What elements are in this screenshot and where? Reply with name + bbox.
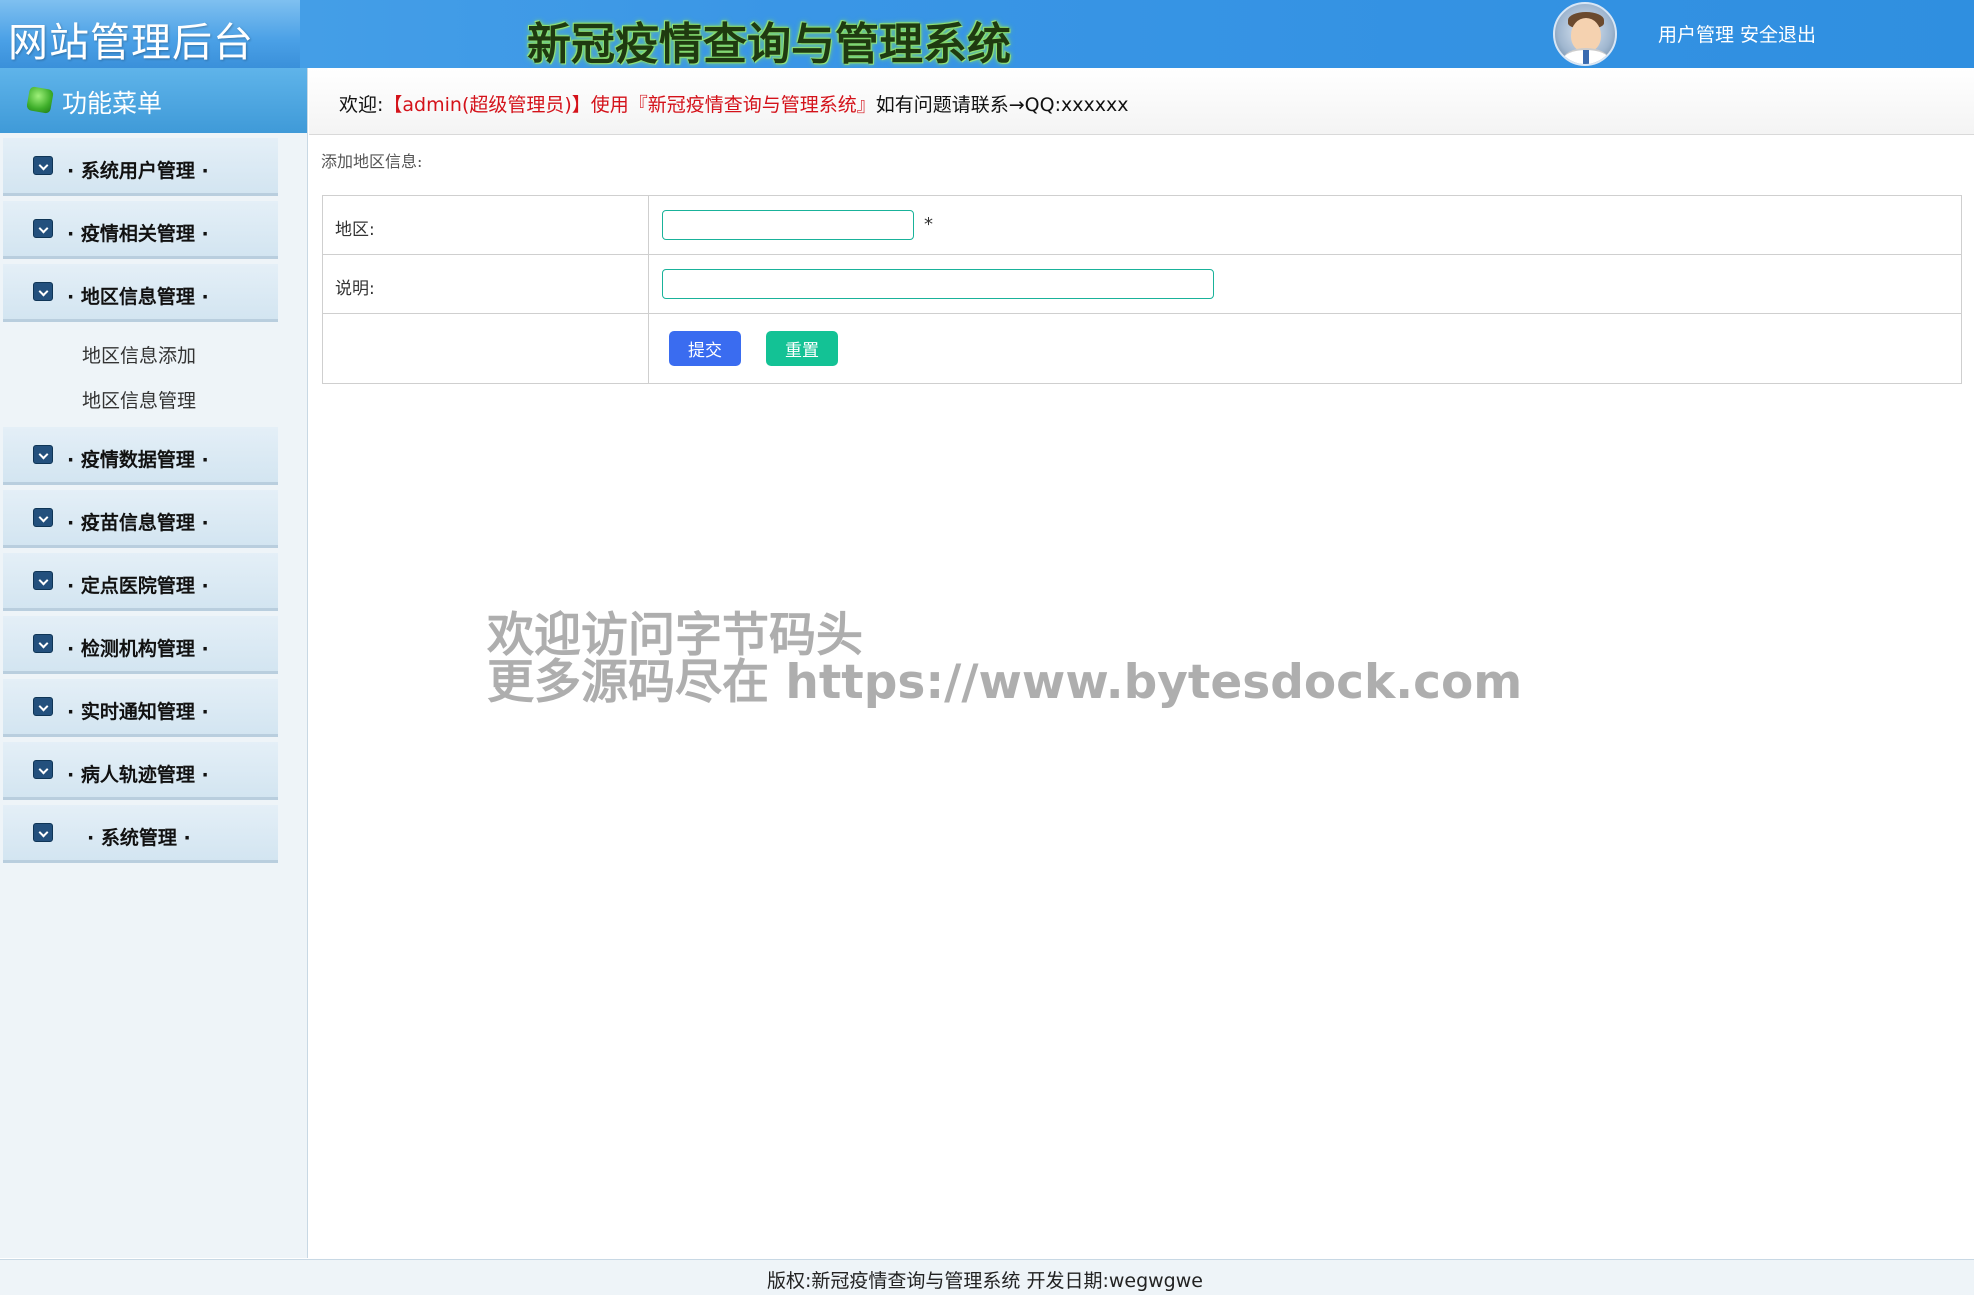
- sidebar-item-label: · 地区信息管理 ·: [67, 286, 209, 308]
- column-divider: [648, 255, 649, 313]
- region-input[interactable]: [662, 210, 914, 240]
- sidebar-item-label: · 系统管理 ·: [87, 827, 191, 849]
- form-row-region: 地区: *: [323, 196, 1961, 255]
- site-logo: 网站管理后台: [8, 20, 254, 66]
- chevron-down-icon: [33, 760, 53, 779]
- header-links: 用户管理 安全退出: [1658, 20, 1822, 47]
- chevron-down-icon: [33, 445, 53, 464]
- sidebar-item-epidemic-data[interactable]: · 疫情数据管理 ·: [3, 427, 278, 485]
- sub-item-region-manage[interactable]: 地区信息管理: [82, 386, 196, 413]
- chevron-down-icon: [33, 219, 53, 238]
- required-mark: *: [924, 214, 933, 235]
- form-title: 添加地区信息:: [321, 152, 423, 171]
- chevron-down-icon: [33, 823, 53, 842]
- form-row-actions: 提交 重置: [323, 314, 1961, 383]
- chevron-down-icon: [33, 571, 53, 590]
- system-title: 新冠疫情查询与管理系统: [527, 19, 1011, 70]
- sidebar-item-hospital[interactable]: · 定点医院管理 ·: [3, 553, 278, 611]
- logo-area: 网站管理后台: [0, 0, 300, 68]
- avatar-tie: [1583, 50, 1589, 64]
- top-header: 网站管理后台 新冠疫情查询与管理系统 用户管理 安全退出: [0, 0, 1974, 70]
- chevron-down-icon: [33, 156, 53, 175]
- chevron-down-icon: [33, 634, 53, 653]
- chevron-down-icon: [33, 508, 53, 527]
- form-row-description: 说明:: [323, 255, 1961, 314]
- chevron-down-icon: [33, 697, 53, 716]
- user-management-link[interactable]: 用户管理: [1658, 24, 1734, 46]
- user-avatar[interactable]: [1553, 2, 1617, 66]
- sidebar-item-region[interactable]: · 地区信息管理 ·: [3, 264, 278, 322]
- sidebar-item-label: · 系统用户管理 ·: [67, 160, 209, 182]
- welcome-text: 欢迎:【admin(超级管理员)】使用『新冠疫情查询与管理系统』如有问题请联系→…: [339, 90, 1128, 117]
- region-form: 地区: * 说明: 提交 重置: [322, 195, 1962, 384]
- description-input[interactable]: [662, 269, 1214, 299]
- sidebar-item-label: · 实时通知管理 ·: [67, 701, 209, 723]
- welcome-user: 【admin(超级管理员)】使用『新冠疫情查询与管理系统』: [383, 94, 876, 116]
- welcome-contact: 如有问题请联系→QQ:xxxxxx: [875, 94, 1129, 116]
- region-label: 地区:: [335, 220, 375, 240]
- sidebar-item-testing[interactable]: · 检测机构管理 ·: [3, 616, 278, 674]
- menu-title-bar: 功能菜单: [0, 68, 307, 133]
- sidebar: 功能菜单 · 系统用户管理 · · 疫情相关管理 · · 地区信息管理 · 地区…: [0, 68, 308, 1258]
- logout-link[interactable]: 安全退出: [1740, 24, 1816, 46]
- sidebar-item-label: · 定点医院管理 ·: [67, 575, 209, 597]
- column-divider: [648, 314, 649, 383]
- chevron-down-icon: [33, 282, 53, 301]
- avatar-face: [1571, 18, 1601, 52]
- welcome-prefix: 欢迎:: [339, 94, 384, 116]
- welcome-bar: 欢迎:【admin(超级管理员)】使用『新冠疫情查询与管理系统』如有问题请联系→…: [309, 68, 1974, 135]
- sidebar-item-label: · 疫苗信息管理 ·: [67, 512, 209, 534]
- reset-button[interactable]: 重置: [766, 331, 838, 366]
- menu-title: 功能菜单: [62, 89, 163, 118]
- sidebar-item-label: · 检测机构管理 ·: [67, 638, 209, 660]
- sidebar-item-notice[interactable]: · 实时通知管理 ·: [3, 679, 278, 737]
- sidebar-item-system-users[interactable]: · 系统用户管理 ·: [3, 138, 278, 196]
- sidebar-item-label: · 疫情相关管理 ·: [67, 223, 209, 245]
- sidebar-item-patient-track[interactable]: · 病人轨迹管理 ·: [3, 742, 278, 800]
- sidebar-item-vaccine[interactable]: · 疫苗信息管理 ·: [3, 490, 278, 548]
- footer-text: 版权:新冠疫情查询与管理系统 开发日期:wegwgwe: [767, 1270, 1203, 1292]
- column-divider: [648, 196, 649, 254]
- sub-item-region-add[interactable]: 地区信息添加: [82, 341, 196, 368]
- sidebar-item-label: · 疫情数据管理 ·: [67, 449, 209, 471]
- description-label: 说明:: [335, 279, 375, 299]
- watermark-line-2: 更多源码尽在 https://www.bytesdock.com: [487, 655, 1523, 710]
- sidebar-item-epidemic[interactable]: · 疫情相关管理 ·: [3, 201, 278, 259]
- submit-button[interactable]: 提交: [669, 331, 741, 366]
- sidebar-item-label: · 病人轨迹管理 ·: [67, 764, 209, 786]
- cube-icon: [26, 86, 54, 114]
- footer: 版权:新冠疫情查询与管理系统 开发日期:wegwgwe: [0, 1259, 1974, 1295]
- sidebar-item-system[interactable]: · 系统管理 ·: [3, 805, 278, 863]
